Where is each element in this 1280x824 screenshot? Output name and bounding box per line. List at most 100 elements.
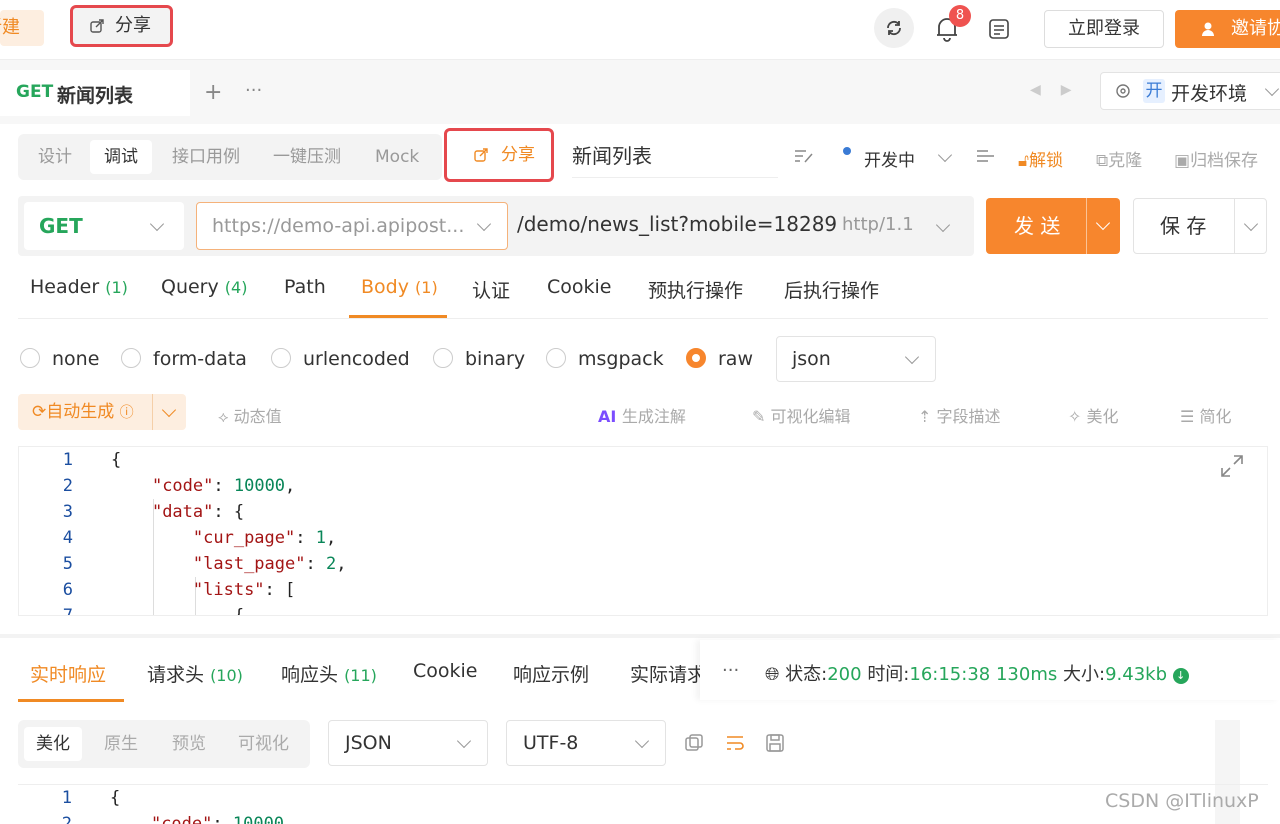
radio-raw[interactable]: raw	[686, 348, 753, 370]
size-value: 9.43kb	[1105, 664, 1167, 685]
chevron-down-icon[interactable]	[937, 147, 953, 163]
new-button[interactable]: 新建	[0, 10, 44, 46]
tab-actual-request[interactable]: 实际请求	[630, 660, 706, 687]
tab-mock[interactable]: Mock	[361, 140, 433, 174]
code-text: {	[111, 450, 122, 470]
tab-request-headers[interactable]: 请求头 (10)	[147, 660, 243, 687]
tab-response-example[interactable]: 响应示例	[513, 660, 589, 687]
request-body-editor[interactable]: 1 { 2 "code": 10000, 3 "data": { 4 "cur_p…	[18, 446, 1268, 616]
copy-icon: ⧉	[1096, 151, 1109, 171]
tab-raw[interactable]: 原生	[92, 727, 150, 761]
tab-visualize[interactable]: 可视化	[226, 727, 301, 761]
tab-response-cookie[interactable]: Cookie	[413, 660, 478, 682]
send-divider	[1086, 198, 1087, 254]
tab-realtime-response[interactable]: 实时响应	[30, 660, 106, 687]
dev-status-select[interactable]: 开发中	[864, 146, 915, 171]
tab-response-headers[interactable]: 响应头 (11)	[281, 660, 377, 687]
more-icon[interactable]: ···	[722, 660, 739, 681]
align-icon[interactable]	[976, 148, 996, 164]
refresh-icon	[887, 20, 901, 36]
visual-edit-button[interactable]: ✎ 可视化编辑	[752, 403, 851, 427]
chevron-down-icon	[904, 349, 920, 365]
tab-label: Path	[284, 276, 326, 298]
tab-count: (11)	[344, 666, 377, 685]
radio-none[interactable]: none	[20, 348, 99, 370]
more-tabs-button[interactable]: ···	[245, 80, 262, 101]
invite-button[interactable]: 邀请协作	[1175, 10, 1280, 48]
tab-design[interactable]: 设计	[24, 140, 86, 174]
ai-comment-button[interactable]: AI 生成注解	[598, 403, 686, 427]
edit-icon[interactable]	[794, 148, 814, 164]
share-button[interactable]: 分享	[444, 128, 554, 182]
tab-debug[interactable]: 调试	[90, 140, 152, 174]
tab-preview[interactable]: 预览	[160, 727, 218, 761]
host-select[interactable]: https://demo-api.apipost...	[196, 202, 508, 250]
url-path-input[interactable]: /demo/news_list?mobile=18289	[517, 212, 837, 236]
tab-query[interactable]: Query (4)	[161, 276, 247, 298]
response-format-select[interactable]: JSON	[328, 720, 488, 766]
wrap-icon[interactable]	[725, 733, 745, 753]
tab-post-script[interactable]: 后执行操作	[784, 276, 879, 303]
archive-button[interactable]: ▣归档保存	[1174, 146, 1258, 171]
copy-icon[interactable]	[684, 733, 704, 753]
response-body-viewer[interactable]: 1 { 2 "code": 10000,	[18, 784, 1268, 824]
share-mid-label: 分享	[501, 145, 535, 165]
chevron-down-icon	[634, 733, 650, 749]
save-icon[interactable]	[765, 733, 785, 753]
radio-binary[interactable]: binary	[433, 348, 525, 370]
tab-auth[interactable]: 认证	[472, 276, 510, 303]
tab-label: Body	[361, 276, 409, 298]
tab-nav-arrows[interactable]: ◀ ▶	[1030, 82, 1072, 98]
save-label: 保 存	[1160, 214, 1207, 238]
arrow-left-icon[interactable]: ◀	[1030, 82, 1041, 98]
tab-path[interactable]: Path	[284, 276, 326, 298]
response-encoding-select[interactable]: UTF-8	[506, 720, 666, 766]
chevron-down-icon[interactable]	[161, 402, 177, 418]
request-tab[interactable]: GET 新闻列表	[0, 70, 190, 116]
code-text: "lists": [	[192, 580, 296, 600]
tab-cases[interactable]: 接口用例	[158, 140, 254, 174]
simplify-label: 简化	[1199, 407, 1232, 426]
edit-doc-icon: ✎	[752, 407, 771, 426]
protocol-value: http/1.1	[842, 214, 914, 235]
tab-pretty[interactable]: 美化	[24, 727, 82, 761]
tab-pre-script[interactable]: 预执行操作	[648, 276, 743, 303]
tab-count: (1)	[105, 278, 128, 297]
tab-stress[interactable]: 一键压测	[259, 140, 355, 174]
auto-generate-button[interactable]: ⟳自动生成 ⓘ	[18, 394, 186, 430]
clone-button[interactable]: ⧉克隆	[1096, 146, 1142, 171]
environment-select[interactable]: 开 开发环境	[1100, 72, 1280, 110]
radio-circle-selected	[686, 348, 706, 368]
login-button[interactable]: 立即登录	[1044, 10, 1164, 48]
tab-header[interactable]: Header (1)	[30, 276, 128, 298]
api-name-input[interactable]: 新闻列表	[572, 134, 778, 178]
arrow-right-icon[interactable]: ▶	[1061, 82, 1072, 98]
simplify-button[interactable]: ☰ 简化	[1180, 403, 1231, 427]
refresh-button[interactable]	[874, 8, 914, 48]
beautify-button[interactable]: ✧ 美化	[1068, 403, 1119, 427]
share-button-top[interactable]: 分享	[70, 5, 173, 47]
download-icon[interactable]: ↓	[1172, 668, 1189, 684]
radio-form-data[interactable]: form-data	[121, 348, 247, 370]
tab-body[interactable]: Body (1)	[361, 276, 438, 298]
chevron-down-icon[interactable]	[1095, 215, 1111, 231]
save-button[interactable]: 保 存	[1133, 198, 1267, 254]
expand-icon[interactable]	[1219, 453, 1245, 479]
dynamic-value-button[interactable]: ⟡ 动态值	[218, 403, 282, 427]
unlock-button[interactable]: 🔓︎解锁	[1018, 146, 1063, 171]
tab-cookie[interactable]: Cookie	[547, 276, 612, 298]
radio-urlencoded[interactable]: urlencoded	[271, 348, 410, 370]
body-format-select[interactable]: json	[776, 336, 936, 382]
tab-label: 后执行操作	[784, 280, 880, 302]
send-button[interactable]: 发 送	[986, 198, 1120, 254]
chevron-down-icon	[456, 733, 472, 749]
protocol-select[interactable]: http/1.1	[842, 214, 914, 235]
add-tab-button[interactable]: +	[204, 80, 222, 105]
chevron-down-icon[interactable]	[1243, 216, 1259, 232]
user-icon	[1202, 22, 1214, 36]
radio-msgpack[interactable]: msgpack	[546, 348, 664, 370]
document-icon[interactable]	[988, 18, 1010, 40]
panel-divider[interactable]	[0, 634, 1280, 638]
field-desc-button[interactable]: ⇡ 字段描述	[918, 403, 1001, 427]
method-select[interactable]: GET	[24, 202, 184, 250]
